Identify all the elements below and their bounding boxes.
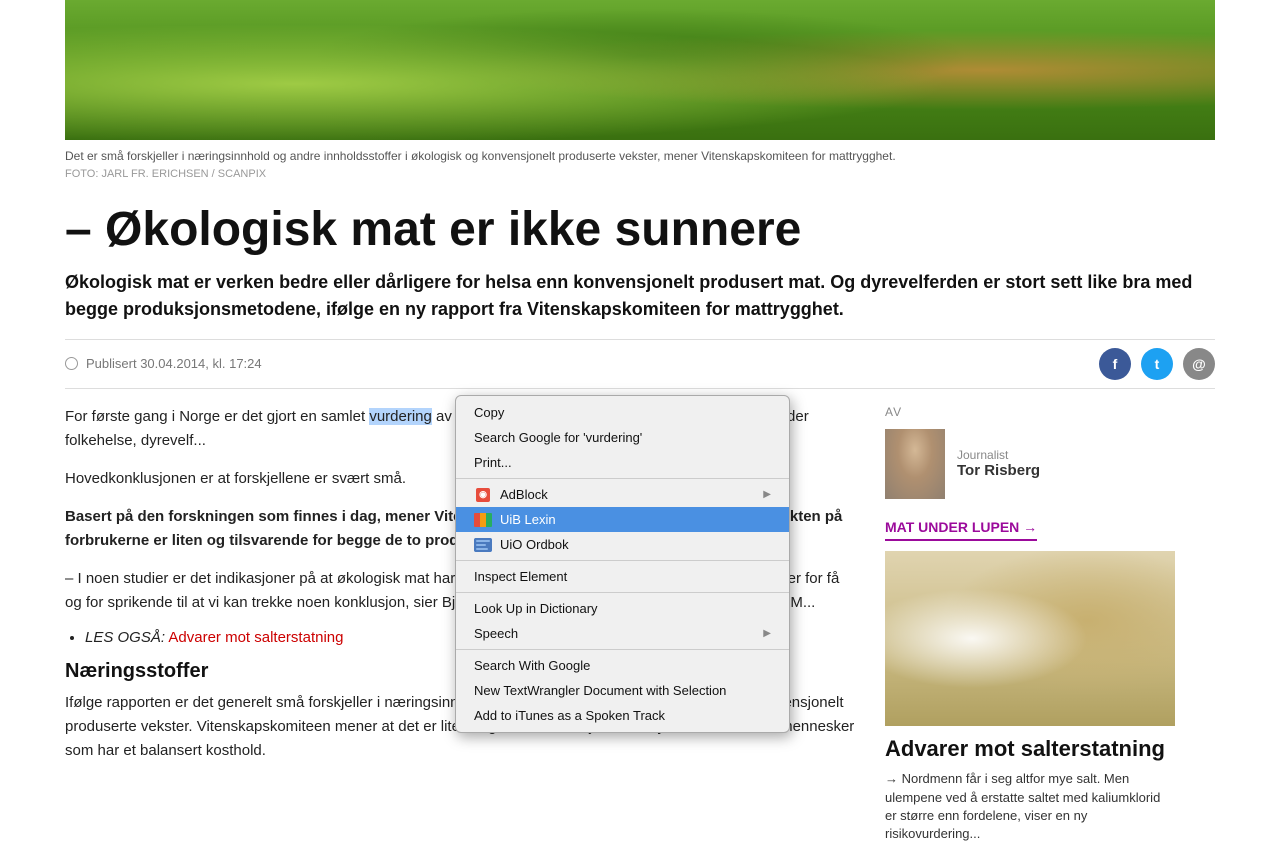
email-share-button[interactable]: @: [1183, 348, 1215, 380]
ctx-inspect-label: Inspect Element: [474, 569, 567, 584]
ctx-speech-label: Speech: [474, 626, 518, 641]
facebook-share-button[interactable]: f: [1099, 348, 1131, 380]
ctx-separator-3: [456, 592, 789, 593]
sidebar-article-title: Advarer mot salterstatning: [885, 736, 1175, 762]
ctx-separator-1: [456, 478, 789, 479]
article-subheadline: Økologisk mat er verken bedre eller dårl…: [65, 269, 1215, 323]
ctx-print[interactable]: Print...: [456, 450, 789, 475]
ctx-new-textwrangler[interactable]: New TextWrangler Document with Selection: [456, 678, 789, 703]
image-caption: Det er små forskjeller i næringsinnhold …: [65, 148, 1215, 165]
ctx-lookup-dictionary[interactable]: Look Up in Dictionary: [456, 596, 789, 621]
ctx-adblock-label: AdBlock: [500, 487, 548, 502]
adblock-icon: ◉: [474, 488, 492, 502]
ctx-uio-label: UiO Ordbok: [500, 537, 569, 552]
sidebar: AV Journalist Tor Risberg MAT UNDER LUPE…: [885, 405, 1175, 843]
ctx-adblock[interactable]: ◉ AdBlock ▶: [456, 482, 789, 507]
uib-icon: [474, 513, 492, 527]
ctx-speech-arrow: ▶: [763, 628, 771, 639]
sidebar-article-image: [885, 551, 1175, 726]
sidebar-av-label: AV: [885, 405, 1175, 419]
ctx-uio-ordbok[interactable]: UiO Ordbok: [456, 532, 789, 557]
ctx-copy[interactable]: Copy: [456, 400, 789, 425]
ctx-lookup-label: Look Up in Dictionary: [474, 601, 598, 616]
article-headline: – Økologisk mat er ikke sunnere: [65, 204, 1215, 257]
twitter-share-button[interactable]: t: [1141, 348, 1173, 380]
photo-credit: FOTO: JARL FR. ERICHSEN / SCANPIX: [65, 167, 1215, 182]
mat-under-lupen-link[interactable]: MAT UNDER LUPEN →: [885, 519, 1037, 541]
author-role: Journalist: [957, 448, 1040, 462]
publish-label: Publisert 30.04.2014, kl. 17:24: [86, 356, 262, 371]
author-name: Tor Risberg: [957, 462, 1040, 479]
sidebar-article-blurb: → Nordmenn får i seg altfor mye salt. Me…: [885, 770, 1175, 843]
ctx-new-textwrangler-label: New TextWrangler Document with Selection: [474, 683, 726, 698]
ctx-adblock-arrow: ▶: [763, 489, 771, 500]
clock-icon: [65, 357, 78, 370]
ctx-separator-2: [456, 560, 789, 561]
ctx-inspect[interactable]: Inspect Element: [456, 564, 789, 589]
uio-icon: [474, 538, 492, 552]
hero-image: [65, 0, 1215, 140]
author-info: Journalist Tor Risberg: [957, 448, 1040, 479]
meta-row: Publisert 30.04.2014, kl. 17:24 f t @: [65, 339, 1215, 389]
ctx-search-with-google[interactable]: Search With Google: [456, 653, 789, 678]
ctx-add-itunes-label: Add to iTunes as a Spoken Track: [474, 708, 665, 723]
publish-time: Publisert 30.04.2014, kl. 17:24: [65, 356, 262, 371]
ctx-add-itunes[interactable]: Add to iTunes as a Spoken Track: [456, 703, 789, 728]
ctx-uib-lexin[interactable]: UiB Lexin: [456, 507, 789, 532]
ctx-search-with-google-label: Search With Google: [474, 658, 590, 673]
ctx-separator-4: [456, 649, 789, 650]
ctx-speech[interactable]: Speech ▶: [456, 621, 789, 646]
social-icons: f t @: [1099, 348, 1215, 380]
ctx-search-google-label: Search Google for 'vurdering': [474, 430, 642, 445]
ctx-print-label: Print...: [474, 455, 512, 470]
context-menu: Copy Search Google for 'vurdering' Print…: [455, 395, 790, 733]
ctx-search-google[interactable]: Search Google for 'vurdering': [456, 425, 789, 450]
list-link[interactable]: Advarer mot salterstatning: [168, 629, 343, 646]
caption-area: Det er små forskjeller i næringsinnhold …: [65, 140, 1215, 186]
ctx-uib-label: UiB Lexin: [500, 512, 556, 527]
highlighted-word: vurdering: [369, 408, 432, 425]
author-card: Journalist Tor Risberg: [885, 429, 1175, 499]
les-ogsa-label: LES OGSÅ:: [85, 629, 165, 646]
ctx-copy-label: Copy: [474, 405, 504, 420]
author-avatar: [885, 429, 945, 499]
